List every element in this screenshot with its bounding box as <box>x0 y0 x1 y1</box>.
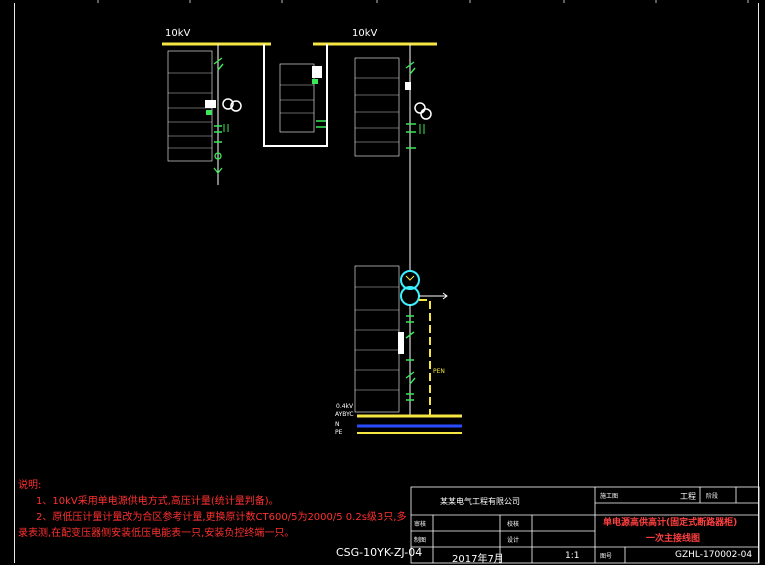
hv-bus-right-label: 10kV <box>352 28 378 39</box>
tie-panel <box>279 63 326 133</box>
lv-line-label: AYBYC <box>335 411 354 418</box>
top-ruler-ticks <box>97 0 749 3</box>
drawing-code: CSG-10YK-ZJ-04 <box>336 546 423 559</box>
scale: 1:1 <box>565 551 580 561</box>
pen-label: PEN <box>433 368 445 375</box>
right-metering-panel <box>354 44 432 270</box>
date: 2017年7月 <box>452 554 504 565</box>
notes-line-3: 录表测,在配变压器侧安装低压电能表一只,安装负控终端一只。 <box>18 528 295 539</box>
drawing-no-label: 图号 <box>600 553 613 560</box>
lv-bus-label: 0.4kV <box>336 403 354 410</box>
left-incoming-panel <box>167 44 242 185</box>
lv-line-label: PE <box>335 429 343 436</box>
company-name: 某某电气工程有限公司 <box>440 497 520 506</box>
notes-title: 说明: <box>18 480 42 491</box>
review-label: 审核 <box>414 521 427 528</box>
draw-label: 制图 <box>414 537 427 544</box>
bus-tie-loop <box>263 44 328 147</box>
notes-line-1: 1、10kV采用单电源供电方式,高压计量(统计量判备)。 <box>36 496 279 507</box>
check-label: 校核 <box>507 521 520 528</box>
stage-label: 阶段 <box>706 493 719 500</box>
project-label: 工程 <box>680 492 696 501</box>
stage-value: 施工图 <box>600 493 619 500</box>
notes-block: 说明: 1、10kV采用单电源供电方式,高压计量(统计量判备)。 2、原低压计量… <box>18 478 406 542</box>
notes-line-2: 2、原低压计量计量改为合区参考计量,更换原计数CT600/5为2000/5 0.… <box>36 512 407 523</box>
transformer-section <box>354 265 448 416</box>
drawing-number: GZHL-170002-04 <box>675 550 753 560</box>
hv-bus-left-label: 10kV <box>165 28 191 39</box>
drawing-title-line-1: 单电源高供高计(固定式断路器柜) <box>603 518 738 528</box>
lv-line-label: N <box>335 421 340 428</box>
design-label: 设计 <box>507 537 520 544</box>
drawing-title-line-2: 一次主接线图 <box>646 534 701 544</box>
